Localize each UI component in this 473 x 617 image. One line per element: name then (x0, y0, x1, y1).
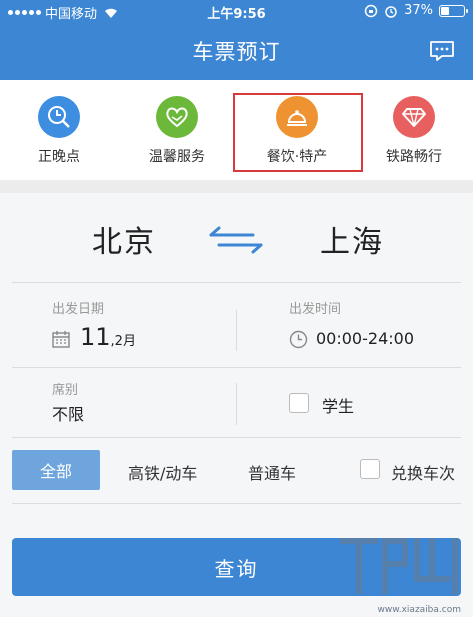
highlight-box (233, 93, 363, 172)
battery-percent: 37% (404, 3, 433, 18)
date-month: ,2月 (110, 334, 136, 349)
diamond-icon (393, 96, 435, 138)
seat-label: 席别 (52, 383, 79, 398)
seat-value[interactable]: 不限 (52, 401, 84, 425)
divider (12, 437, 461, 438)
service-item-care[interactable]: 温馨服务 (118, 96, 236, 166)
tab-high-speed[interactable]: 高铁/动车 (128, 460, 197, 484)
service-item-delay[interactable]: 正晚点 (0, 96, 118, 166)
service-label: 铁路畅行 (386, 149, 442, 165)
swap-train-label: 兑换车次 (391, 464, 456, 483)
clock-search-icon (38, 96, 80, 138)
vertical-divider (236, 310, 237, 351)
clock-icon (289, 330, 308, 349)
service-label: 正晚点 (38, 149, 80, 165)
alarm-icon (385, 5, 397, 18)
date-day: 11 (80, 323, 111, 351)
rotation-lock-icon (364, 4, 378, 17)
date-value[interactable]: 11,2月 (80, 323, 136, 351)
top-bar: 中国移动 上午9:56 37% 车票预订 (0, 0, 473, 80)
status-bar: 中国移动 上午9:56 37% (0, 0, 473, 24)
vertical-divider (236, 383, 237, 425)
time-value[interactable]: 00:00-24:00 (316, 329, 414, 348)
date-label: 出发日期 (52, 302, 105, 317)
time-label: 出发时间 (289, 302, 342, 317)
heart-hands-icon (156, 96, 198, 138)
status-right: 37% (364, 3, 468, 18)
swap-train-checkbox[interactable] (360, 459, 380, 479)
divider (12, 367, 461, 368)
watermark-url: www.xiazaiba.com (377, 605, 461, 615)
tab-regular[interactable]: 普通车 (248, 460, 296, 484)
calendar-icon (52, 331, 70, 348)
section-divider (0, 180, 473, 193)
student-label: 学生 (322, 397, 355, 416)
divider (12, 503, 461, 504)
from-city[interactable]: 北京 (92, 217, 156, 261)
tab-all[interactable]: 全部 (12, 450, 100, 490)
battery-icon (439, 4, 468, 17)
service-label: 温馨服务 (149, 149, 205, 165)
student-checkbox[interactable] (289, 393, 309, 413)
page-title: 车票预订 (192, 40, 281, 64)
swap-cities-icon[interactable] (207, 225, 265, 255)
divider (12, 282, 461, 283)
watermark-logo (340, 538, 458, 594)
to-city[interactable]: 上海 (320, 217, 384, 261)
chat-bubble-icon[interactable] (429, 40, 455, 62)
service-item-rail[interactable]: 铁路畅行 (355, 96, 473, 166)
battery-fill (441, 6, 449, 15)
